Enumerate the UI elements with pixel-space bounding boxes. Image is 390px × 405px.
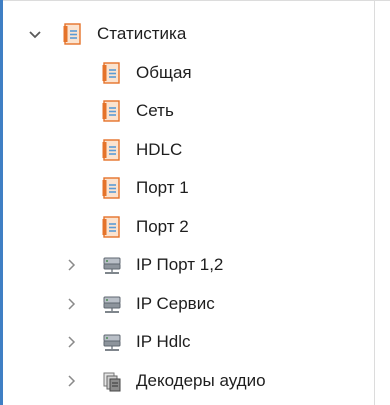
report-icon (102, 62, 120, 84)
chevron-right-icon[interactable] (63, 334, 79, 350)
tree-node-label: Декодеры аудио (136, 370, 266, 390)
tree-node-network[interactable]: Сеть (0, 92, 374, 131)
report-icon (102, 139, 120, 161)
tree-node-label: Общая (136, 62, 192, 82)
tree-node-label: IP Hdlc (136, 332, 191, 352)
top-border (0, 0, 390, 6)
network-device-icon (103, 334, 121, 352)
tree-node-audio-decoders[interactable]: Декодеры аудио (0, 362, 374, 401)
report-icon (102, 100, 120, 122)
tree-node-port-2[interactable]: Порт 2 (0, 208, 374, 247)
tree-node-general[interactable]: Общая (0, 54, 374, 93)
stack-icon (103, 372, 121, 392)
tree-node-label: IP Порт 1,2 (136, 255, 224, 275)
tree-node-label: Статистика (97, 24, 187, 44)
panel-right-border (374, 0, 375, 405)
tree-node-hdlc[interactable]: HDLC (0, 131, 374, 170)
tree-node-ip-service[interactable]: IP Сервис (0, 285, 374, 324)
tree-node-label: HDLC (136, 139, 183, 159)
tree-node-label: IP Сервис (136, 293, 215, 313)
tree-node-label: Порт 2 (136, 216, 189, 236)
tree-view: Статистика Общая Сеть HDLC Порт 1 Порт 2… (0, 15, 374, 400)
tree-node-port-1[interactable]: Порт 1 (0, 169, 374, 208)
report-icon (102, 177, 120, 199)
tree-node-ip-hdlc[interactable]: IP Hdlc (0, 323, 374, 362)
chevron-down-icon[interactable] (27, 26, 43, 42)
report-icon (63, 23, 81, 45)
network-device-icon (103, 257, 121, 275)
report-icon (102, 216, 120, 238)
tree-node-statistics[interactable]: Статистика (0, 15, 374, 54)
network-device-icon (103, 296, 121, 313)
tree-node-label: Сеть (136, 101, 174, 121)
chevron-right-icon[interactable] (63, 257, 79, 273)
tree-node-label: Порт 1 (136, 178, 189, 198)
chevron-right-icon[interactable] (63, 296, 79, 312)
chevron-right-icon[interactable] (63, 373, 79, 389)
tree-node-ip-port[interactable]: IP Порт 1,2 (0, 246, 374, 285)
